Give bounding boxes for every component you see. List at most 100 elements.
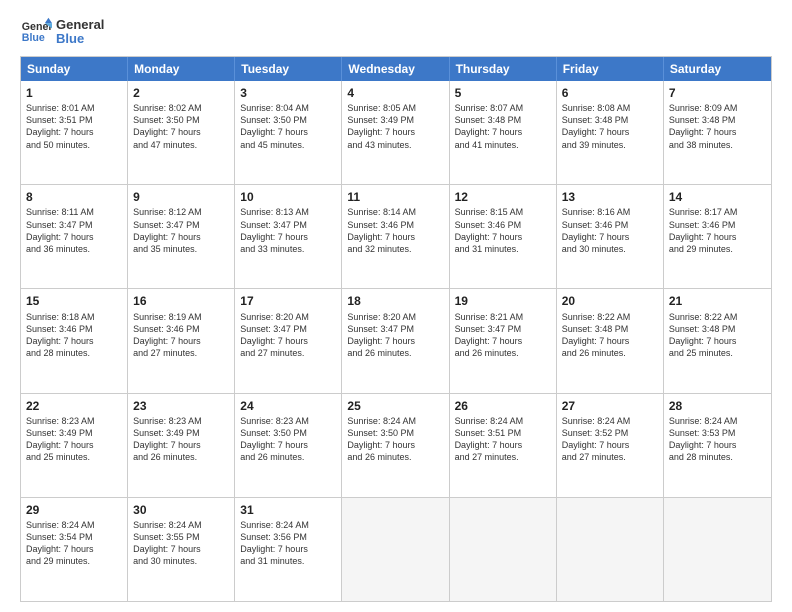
cell-info-line: and 28 minutes. [669,451,766,463]
cell-info-line: Sunset: 3:56 PM [240,531,336,543]
cell-info-line: Sunrise: 8:24 AM [562,415,658,427]
cell-info-line: Sunrise: 8:01 AM [26,102,122,114]
day-number: 29 [26,502,122,518]
day-number: 3 [240,85,336,101]
cell-info-line: Daylight: 7 hours [669,126,766,138]
cell-info-line: Sunset: 3:50 PM [133,114,229,126]
cal-cell: 14Sunrise: 8:17 AMSunset: 3:46 PMDayligh… [664,185,771,288]
logo-icon: General Blue [20,16,52,48]
cell-info-line: Sunset: 3:48 PM [562,114,658,126]
cell-info-line: Sunset: 3:47 PM [133,219,229,231]
cal-cell: 11Sunrise: 8:14 AMSunset: 3:46 PMDayligh… [342,185,449,288]
day-number: 9 [133,189,229,205]
cell-info-line: Daylight: 7 hours [133,543,229,555]
cell-info-line: Daylight: 7 hours [240,439,336,451]
logo: General Blue General Blue [20,16,104,48]
cell-info-line: Daylight: 7 hours [562,439,658,451]
cal-cell: 22Sunrise: 8:23 AMSunset: 3:49 PMDayligh… [21,394,128,497]
cell-info-line: Sunrise: 8:19 AM [133,311,229,323]
cell-info-line: Sunrise: 8:05 AM [347,102,443,114]
cell-info-line: Daylight: 7 hours [26,543,122,555]
day-number: 31 [240,502,336,518]
cal-cell: 21Sunrise: 8:22 AMSunset: 3:48 PMDayligh… [664,289,771,392]
cal-cell: 28Sunrise: 8:24 AMSunset: 3:53 PMDayligh… [664,394,771,497]
cell-info-line: Sunrise: 8:24 AM [133,519,229,531]
header: General Blue General Blue [20,16,772,48]
cell-info-line: Sunset: 3:50 PM [240,427,336,439]
cal-cell: 7Sunrise: 8:09 AMSunset: 3:48 PMDaylight… [664,81,771,184]
cal-cell: 6Sunrise: 8:08 AMSunset: 3:48 PMDaylight… [557,81,664,184]
day-number: 27 [562,398,658,414]
cal-cell: 27Sunrise: 8:24 AMSunset: 3:52 PMDayligh… [557,394,664,497]
cell-info-line: and 30 minutes. [133,555,229,567]
cell-info-line: Sunrise: 8:23 AM [133,415,229,427]
cell-info-line: and 29 minutes. [26,555,122,567]
cal-cell: 29Sunrise: 8:24 AMSunset: 3:54 PMDayligh… [21,498,128,601]
cell-info-line: and 47 minutes. [133,139,229,151]
cell-info-line: and 27 minutes. [240,347,336,359]
day-number: 5 [455,85,551,101]
day-number: 10 [240,189,336,205]
day-number: 14 [669,189,766,205]
cell-info-line: Sunset: 3:49 PM [26,427,122,439]
cell-info-line: Sunrise: 8:18 AM [26,311,122,323]
cell-info-line: Sunset: 3:48 PM [562,323,658,335]
cell-info-line: Sunset: 3:50 PM [240,114,336,126]
day-number: 23 [133,398,229,414]
cell-info-line: Sunrise: 8:13 AM [240,206,336,218]
cal-cell: 16Sunrise: 8:19 AMSunset: 3:46 PMDayligh… [128,289,235,392]
cell-info-line: Sunset: 3:54 PM [26,531,122,543]
cell-info-line: Daylight: 7 hours [133,231,229,243]
cell-info-line: Sunset: 3:46 PM [347,219,443,231]
cell-info-line: Sunrise: 8:12 AM [133,206,229,218]
day-number: 19 [455,293,551,309]
cell-info-line: Daylight: 7 hours [455,335,551,347]
cal-cell: 13Sunrise: 8:16 AMSunset: 3:46 PMDayligh… [557,185,664,288]
cell-info-line: Daylight: 7 hours [562,335,658,347]
cal-cell: 30Sunrise: 8:24 AMSunset: 3:55 PMDayligh… [128,498,235,601]
cell-info-line: Sunset: 3:49 PM [347,114,443,126]
cal-cell: 19Sunrise: 8:21 AMSunset: 3:47 PMDayligh… [450,289,557,392]
cell-info-line: Sunrise: 8:07 AM [455,102,551,114]
day-number: 21 [669,293,766,309]
cell-info-line: Sunset: 3:46 PM [26,323,122,335]
cal-cell: 5Sunrise: 8:07 AMSunset: 3:48 PMDaylight… [450,81,557,184]
cal-cell: 26Sunrise: 8:24 AMSunset: 3:51 PMDayligh… [450,394,557,497]
cell-info-line: Sunset: 3:47 PM [347,323,443,335]
cal-cell: 3Sunrise: 8:04 AMSunset: 3:50 PMDaylight… [235,81,342,184]
day-number: 13 [562,189,658,205]
cell-info-line: and 27 minutes. [562,451,658,463]
cell-info-line: Daylight: 7 hours [669,439,766,451]
cell-info-line: Sunset: 3:51 PM [26,114,122,126]
cell-info-line: Sunrise: 8:20 AM [347,311,443,323]
cell-info-line: and 28 minutes. [26,347,122,359]
cell-info-line: Sunrise: 8:24 AM [240,519,336,531]
cell-info-line: and 26 minutes. [133,451,229,463]
cell-info-line: and 25 minutes. [26,451,122,463]
cal-cell: 24Sunrise: 8:23 AMSunset: 3:50 PMDayligh… [235,394,342,497]
week-row-4: 22Sunrise: 8:23 AMSunset: 3:49 PMDayligh… [21,394,771,498]
day-number: 24 [240,398,336,414]
cell-info-line: and 31 minutes. [455,243,551,255]
cell-info-line: and 26 minutes. [347,451,443,463]
cell-info-line: Sunset: 3:49 PM [133,427,229,439]
logo-general: General [56,18,104,32]
day-number: 28 [669,398,766,414]
cal-cell: 17Sunrise: 8:20 AMSunset: 3:47 PMDayligh… [235,289,342,392]
cell-info-line: Sunrise: 8:14 AM [347,206,443,218]
day-number: 20 [562,293,658,309]
calendar-header: SundayMondayTuesdayWednesdayThursdayFrid… [21,57,771,81]
cell-info-line: Sunset: 3:48 PM [669,323,766,335]
cell-info-line: and 26 minutes. [455,347,551,359]
cell-info-line: and 27 minutes. [133,347,229,359]
cal-cell: 15Sunrise: 8:18 AMSunset: 3:46 PMDayligh… [21,289,128,392]
cell-info-line: and 26 minutes. [562,347,658,359]
cell-info-line: Sunrise: 8:02 AM [133,102,229,114]
cell-info-line: Sunset: 3:46 PM [133,323,229,335]
day-number: 6 [562,85,658,101]
cell-info-line: Daylight: 7 hours [347,126,443,138]
cell-info-line: and 43 minutes. [347,139,443,151]
cell-info-line: Sunrise: 8:21 AM [455,311,551,323]
day-number: 18 [347,293,443,309]
cell-info-line: Sunrise: 8:24 AM [347,415,443,427]
